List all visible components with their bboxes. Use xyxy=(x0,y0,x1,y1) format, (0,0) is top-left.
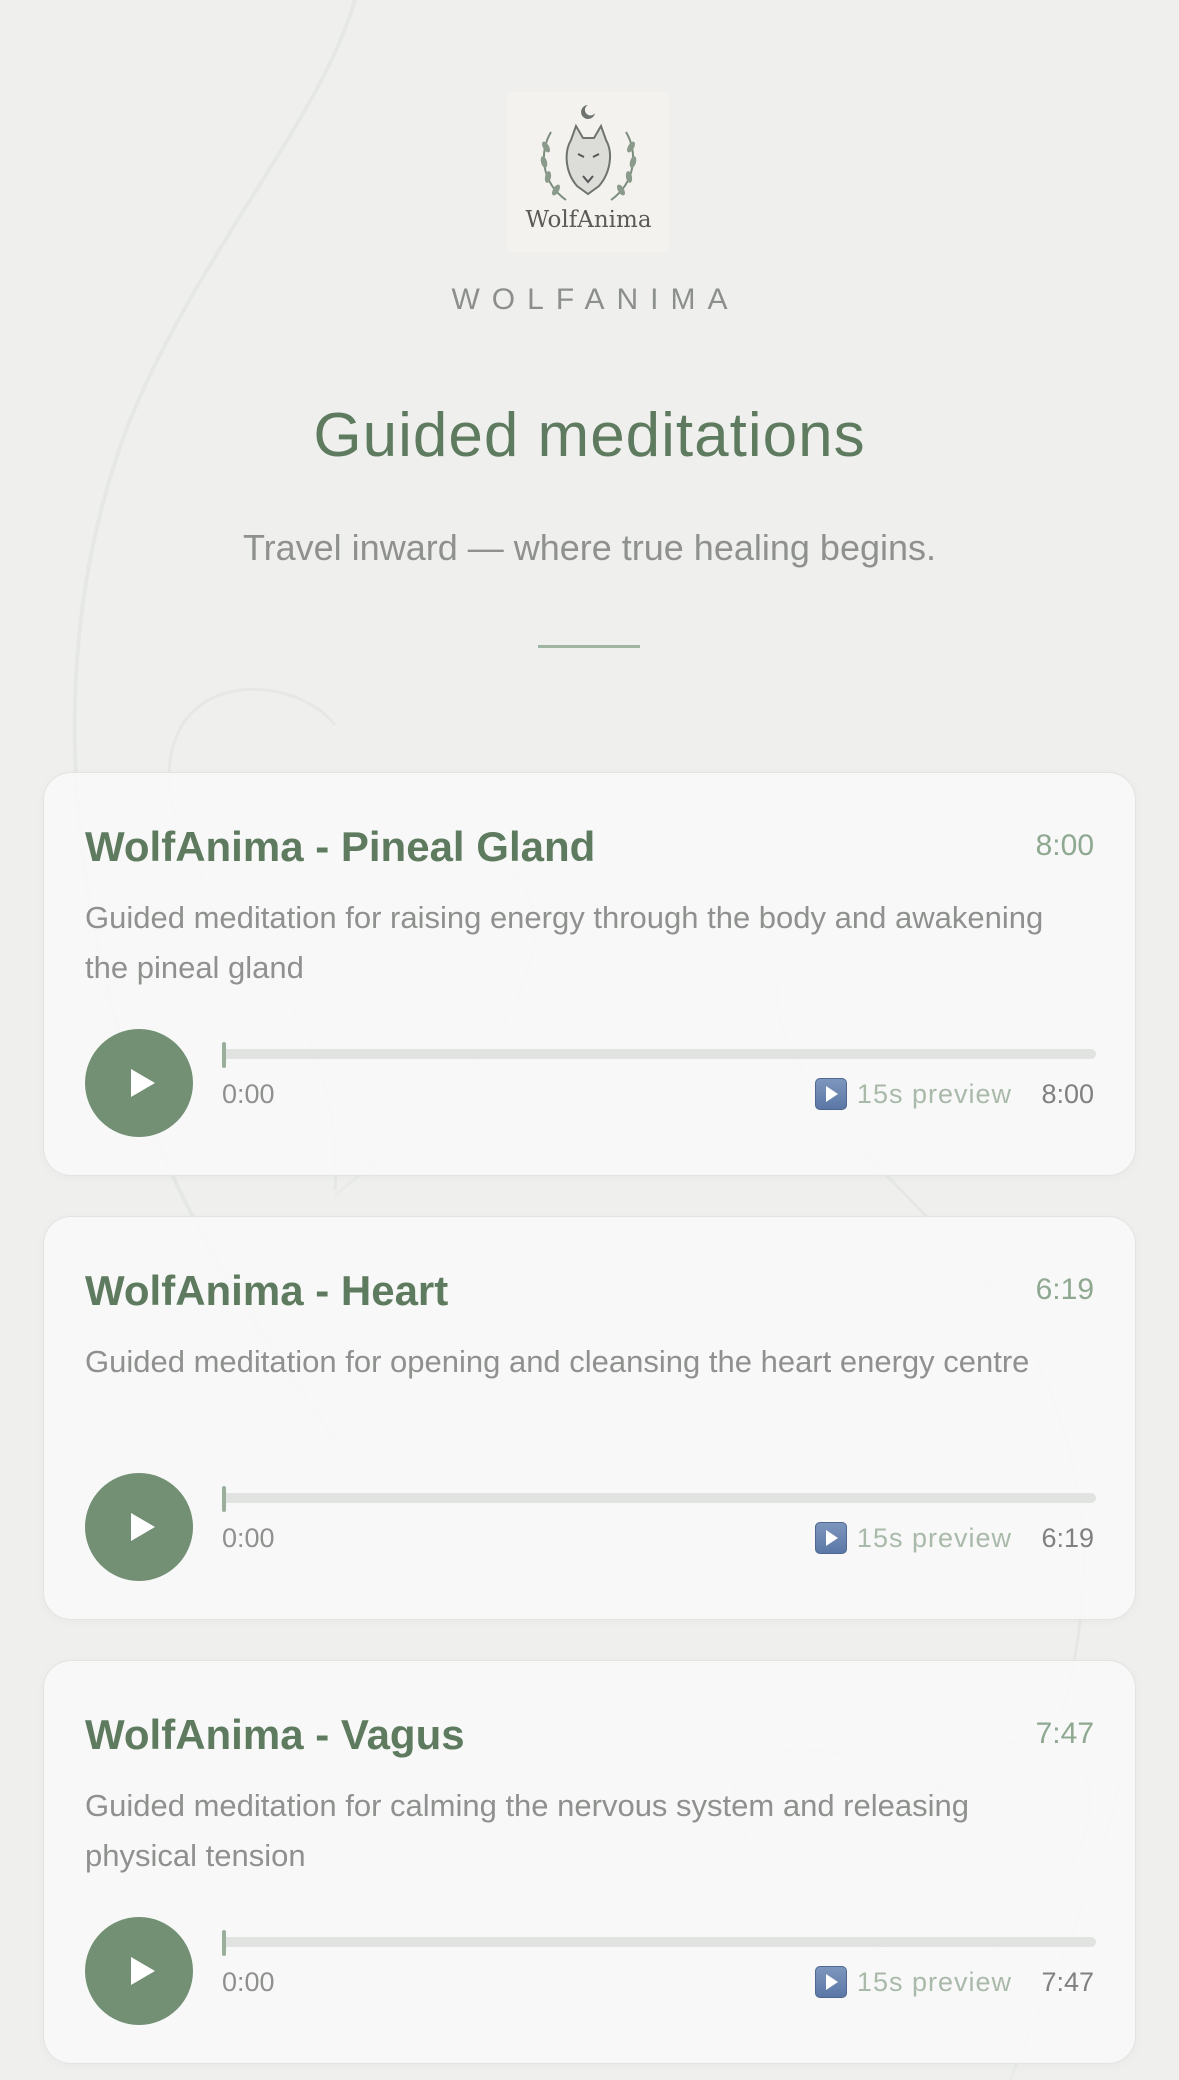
divider xyxy=(538,645,640,648)
play-icon xyxy=(131,1957,155,1985)
play-button[interactable] xyxy=(85,1473,193,1581)
current-time: 0:00 xyxy=(222,1523,275,1553)
end-time: 7:47 xyxy=(1041,1967,1094,1997)
preview-badge[interactable]: 15s preview xyxy=(814,1078,1012,1110)
progress-handle[interactable] xyxy=(222,1042,226,1068)
meditation-duration: 7:47 xyxy=(1035,1717,1094,1750)
play-icon xyxy=(131,1513,155,1541)
meditation-card: WolfAnima - Pineal Gland 8:00 Guided med… xyxy=(43,772,1136,1176)
meditation-description: Guided meditation for opening and cleans… xyxy=(85,1344,1030,1379)
meditation-description: Guided meditation for calming the nervou… xyxy=(85,1788,969,1873)
progress-handle[interactable] xyxy=(222,1486,226,1512)
preview-badge[interactable]: 15s preview xyxy=(814,1966,1012,1998)
wolf-logo-icon xyxy=(540,105,637,201)
brand-name: WOLFANIMA xyxy=(451,283,740,316)
play-button[interactable] xyxy=(85,1917,193,2025)
play-button[interactable] xyxy=(85,1029,193,1137)
progress-bar[interactable] xyxy=(222,1930,1096,1956)
progress-bar[interactable] xyxy=(222,1486,1096,1512)
meditation-description: Guided meditation for raising energy thr… xyxy=(85,900,1044,985)
meditation-title: WolfAnima - Vagus xyxy=(85,1711,465,1758)
preview-badge[interactable]: 15s preview xyxy=(814,1522,1012,1554)
play-icon xyxy=(131,1069,155,1097)
meditation-duration: 8:00 xyxy=(1035,829,1094,862)
meditation-duration: 6:19 xyxy=(1035,1273,1094,1306)
page-subtitle: Travel inward — where true healing begin… xyxy=(242,527,937,568)
page-title: Guided meditations xyxy=(313,401,866,470)
progress-bar[interactable] xyxy=(222,1042,1096,1068)
meditation-card: WolfAnima - Vagus 7:47 Guided meditation… xyxy=(43,1660,1136,2064)
current-time: 0:00 xyxy=(222,1079,275,1109)
logo[interactable]: WolfAnima xyxy=(507,92,670,252)
preview-label: 15s preview xyxy=(856,1522,1012,1553)
end-time: 8:00 xyxy=(1041,1079,1094,1109)
logo-text: WolfAnima xyxy=(525,207,652,233)
preview-label: 15s preview xyxy=(856,1078,1012,1109)
preview-play-icon xyxy=(814,1522,847,1554)
current-time: 0:00 xyxy=(222,1967,275,1997)
progress-handle[interactable] xyxy=(222,1930,226,1956)
meditation-card: WolfAnima - Heart 6:19 Guided meditation… xyxy=(43,1216,1136,1620)
preview-label: 15s preview xyxy=(856,1966,1012,1997)
end-time: 6:19 xyxy=(1041,1523,1094,1553)
preview-play-icon xyxy=(814,1966,847,1998)
meditation-title: WolfAnima - Pineal Gland xyxy=(85,823,596,870)
meditation-title: WolfAnima - Heart xyxy=(85,1267,449,1314)
preview-play-icon xyxy=(814,1078,847,1110)
